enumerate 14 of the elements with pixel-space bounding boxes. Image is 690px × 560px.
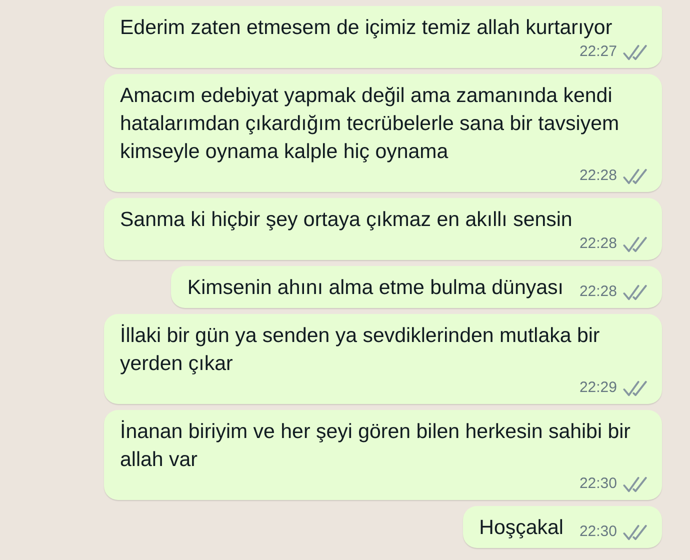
message-text: İnanan biriyim ve her şeyi gören bilen herkesin sahibi bir allah var [120, 419, 632, 473]
message-time: 22:30 [579, 522, 617, 542]
message-time: 22:28 [579, 234, 617, 254]
message-time: 22:30 [579, 474, 617, 494]
message-time: 22:28 [579, 166, 617, 186]
message-time: 22:29 [579, 378, 617, 398]
message-text: Kimsenin ahını alma etme bulma dünyası [187, 275, 564, 301]
message-text: Amacım edebiyat yapmak değil ama zamanında kendi hatalarımdan çıkardığım tecrübelerle sana bir tavsiyem kimseyle oynama kalple hiç oynama [120, 83, 620, 165]
message-time: 22:28 [579, 282, 617, 302]
message-text: İllaki bir gün ya senden ya sevdiklerinden mutlaka bir yerden çıkar [120, 323, 601, 377]
message-text: Sanma ki hiçbir şey ortaya çıkmaz en akıllı sensin [120, 207, 572, 233]
message-text: Hoşçakal [479, 515, 564, 541]
message-time: 22:27 [579, 42, 617, 62]
message-text: Ederim zaten etmesem de içimiz temiz allah kurtarıyor [120, 15, 612, 41]
